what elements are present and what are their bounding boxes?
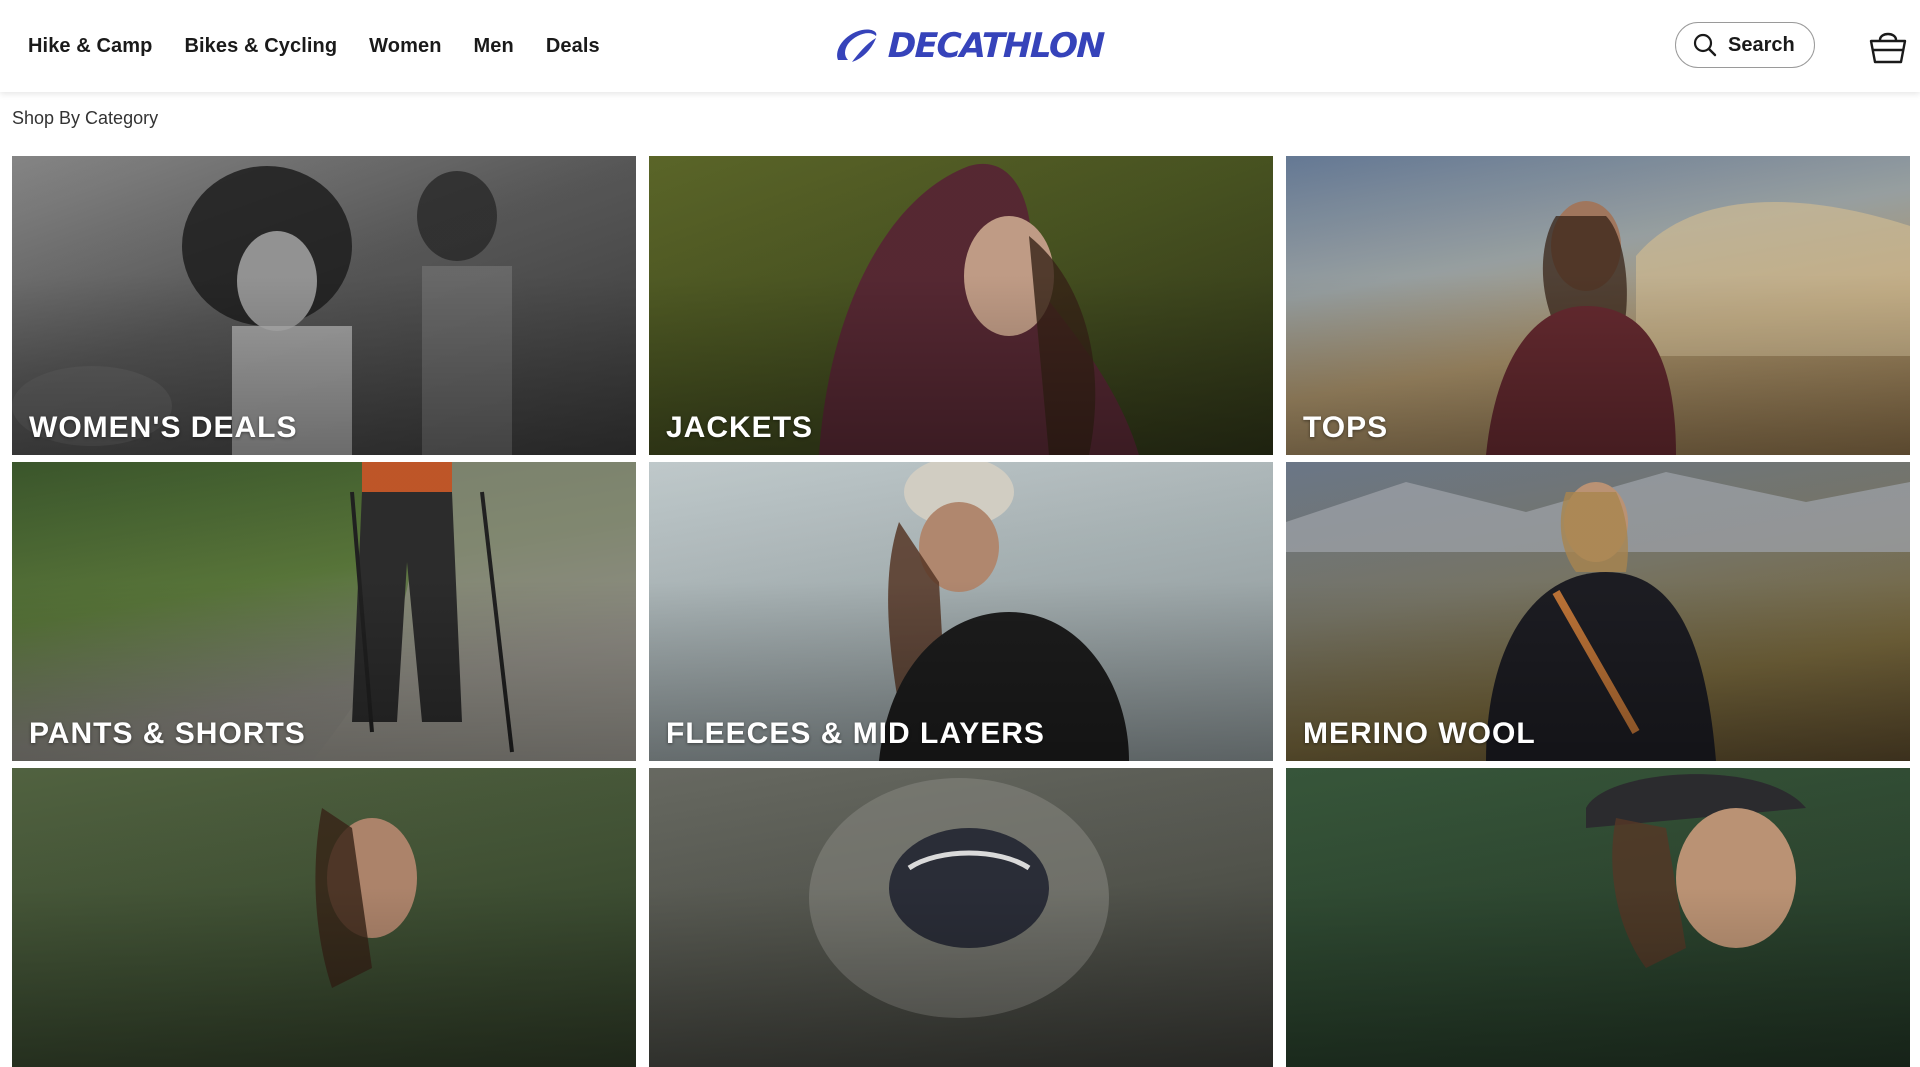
category-card-7[interactable]: [12, 768, 636, 1067]
category-card-womens-deals[interactable]: WOMEN'S DEALS: [12, 156, 636, 455]
category-card-9[interactable]: [1286, 768, 1910, 1067]
category-shade: [649, 768, 1273, 1067]
search-label: Search: [1728, 33, 1795, 56]
main-nav: Hike & Camp Bikes & Cycling Women Men De…: [28, 0, 600, 92]
category-card-8[interactable]: [649, 768, 1273, 1067]
nav-hike-camp[interactable]: Hike & Camp: [28, 35, 152, 58]
section-title: Shop By Category: [12, 108, 159, 128]
nav-deals[interactable]: Deals: [546, 35, 600, 58]
basket-button[interactable]: [1866, 24, 1910, 68]
decathlon-logo-icon: [837, 29, 877, 62]
category-label: MERINO WOOL: [1303, 717, 1536, 750]
category-label: WOMEN'S DEALS: [29, 411, 298, 444]
category-card-merino-wool[interactable]: MERINO WOOL: [1286, 462, 1910, 761]
decathlon-logo[interactable]: DECATHLON: [832, 24, 1105, 68]
nav-bikes-cycling[interactable]: Bikes & Cycling: [184, 35, 337, 58]
category-card-tops[interactable]: TOPS: [1286, 156, 1910, 455]
search-button[interactable]: Search: [1675, 22, 1815, 68]
category-card-fleeces-mid-layers[interactable]: FLEECES & MID LAYERS: [649, 462, 1273, 761]
category-label: PANTS & SHORTS: [29, 717, 306, 750]
nav-women[interactable]: Women: [369, 35, 441, 58]
category-shade: [1286, 768, 1910, 1067]
basket-icon: [1869, 32, 1907, 64]
category-card-pants-shorts[interactable]: PANTS & SHORTS: [12, 462, 636, 761]
category-grid: WOMEN'S DEALS JACKETS TOPS PANTS & SHORT…: [12, 156, 1910, 1067]
category-card-jackets[interactable]: JACKETS: [649, 156, 1273, 455]
category-shade: [12, 768, 636, 1067]
category-label: JACKETS: [666, 411, 814, 444]
category-label: FLEECES & MID LAYERS: [666, 717, 1045, 750]
logo-text: DECATHLON: [887, 26, 1105, 66]
site-header: Hike & Camp Bikes & Cycling Women Men De…: [0, 0, 1920, 92]
category-label: TOPS: [1303, 411, 1389, 444]
search-icon: [1693, 33, 1717, 57]
nav-men[interactable]: Men: [474, 35, 514, 58]
